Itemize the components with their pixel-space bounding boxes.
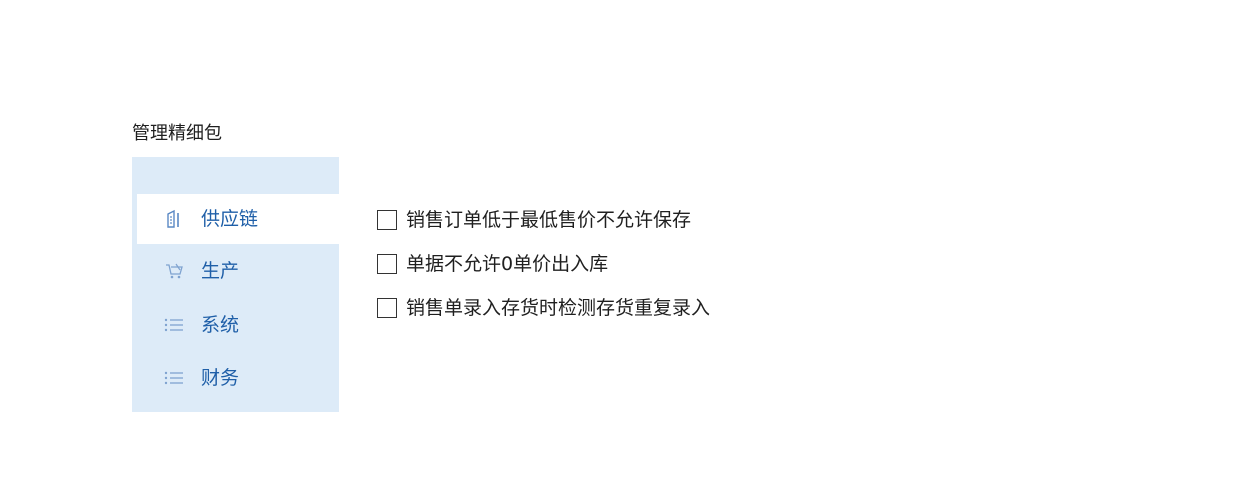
option-label: 销售单录入存货时检测存货重复录入 <box>406 297 711 319</box>
option-label: 单据不允许0单价出入库 <box>406 253 609 275</box>
page: 管理精细包 供应链 生产 系统 财务 销售订单低于最低售价不允许保存 单据不允许… <box>0 0 1252 500</box>
option-label: 销售订单低于最低售价不允许保存 <box>406 209 692 231</box>
sidebar-item-production[interactable]: 生产 <box>137 246 339 296</box>
building-icon <box>164 209 184 229</box>
checkbox[interactable] <box>377 298 397 318</box>
sidebar-item-label: 供应链 <box>201 208 259 230</box>
section-title: 管理精细包 <box>132 123 222 144</box>
checkbox[interactable] <box>377 210 397 230</box>
sidebar-item-label: 生产 <box>201 260 240 282</box>
checkbox[interactable] <box>377 254 397 274</box>
sidebar-item-finance[interactable]: 财务 <box>137 353 339 403</box>
options-list: 销售订单低于最低售价不允许保存 单据不允许0单价出入库 销售单录入存货时检测存货… <box>377 198 710 330</box>
option-zero-price-check: 单据不允许0单价出入库 <box>377 242 710 286</box>
sidebar-item-label: 财务 <box>201 367 240 389</box>
cart-icon <box>164 261 184 281</box>
option-min-price-check: 销售订单低于最低售价不允许保存 <box>377 198 710 242</box>
list-icon <box>164 368 184 388</box>
sidebar: 供应链 生产 系统 财务 <box>132 157 339 412</box>
sidebar-item-system[interactable]: 系统 <box>137 300 339 350</box>
sidebar-item-label: 系统 <box>201 314 240 336</box>
option-duplicate-entry-check: 销售单录入存货时检测存货重复录入 <box>377 286 710 330</box>
sidebar-item-supply-chain[interactable]: 供应链 <box>137 194 339 244</box>
list-icon <box>164 315 184 335</box>
